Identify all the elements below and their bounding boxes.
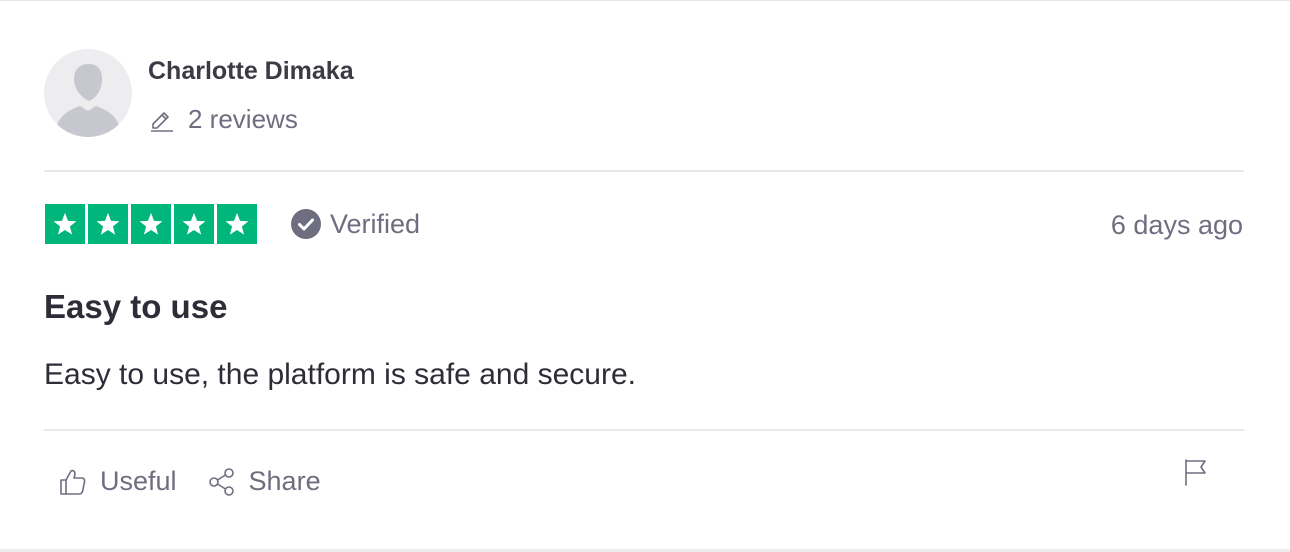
check-circle-icon xyxy=(291,209,321,239)
report-button[interactable] xyxy=(1181,457,1211,487)
reviewer-info: Charlotte Dimaka 2 reviews xyxy=(148,57,354,133)
review-count-label: 2 reviews xyxy=(188,104,298,134)
thumbs-up-icon xyxy=(60,469,86,495)
divider xyxy=(44,170,1244,172)
share-label: Share xyxy=(248,466,321,496)
review-card: Charlotte Dimaka 2 reviews Verified 6 da… xyxy=(0,0,1290,552)
person-silhouette-icon xyxy=(56,64,120,137)
review-count: 2 reviews xyxy=(148,105,354,133)
reviewer-header: Charlotte Dimaka 2 reviews xyxy=(44,49,354,137)
share-icon xyxy=(208,467,234,496)
star-icon xyxy=(88,204,128,244)
rating-row: Verified xyxy=(45,204,420,244)
divider xyxy=(44,429,1244,431)
review-text: Easy to use, the platform is safe and se… xyxy=(44,358,636,391)
flag-icon xyxy=(1185,459,1206,486)
verified-label: Verified xyxy=(330,208,421,239)
star-icon xyxy=(131,204,171,244)
verified-badge[interactable]: Verified xyxy=(290,208,420,240)
share-button[interactable]: Share xyxy=(207,466,321,497)
review-actions: Useful Share xyxy=(58,466,351,497)
star-rating xyxy=(45,204,257,244)
review-date: 6 days ago xyxy=(1110,210,1243,240)
review-title: Easy to use xyxy=(44,288,228,325)
useful-button[interactable]: Useful xyxy=(58,466,177,497)
star-icon xyxy=(174,204,214,244)
avatar[interactable] xyxy=(44,49,132,137)
star-icon xyxy=(45,204,85,244)
star-icon xyxy=(217,204,257,244)
pencil-icon xyxy=(151,112,173,132)
reviewer-name[interactable]: Charlotte Dimaka xyxy=(148,57,354,85)
useful-label: Useful xyxy=(100,466,177,496)
